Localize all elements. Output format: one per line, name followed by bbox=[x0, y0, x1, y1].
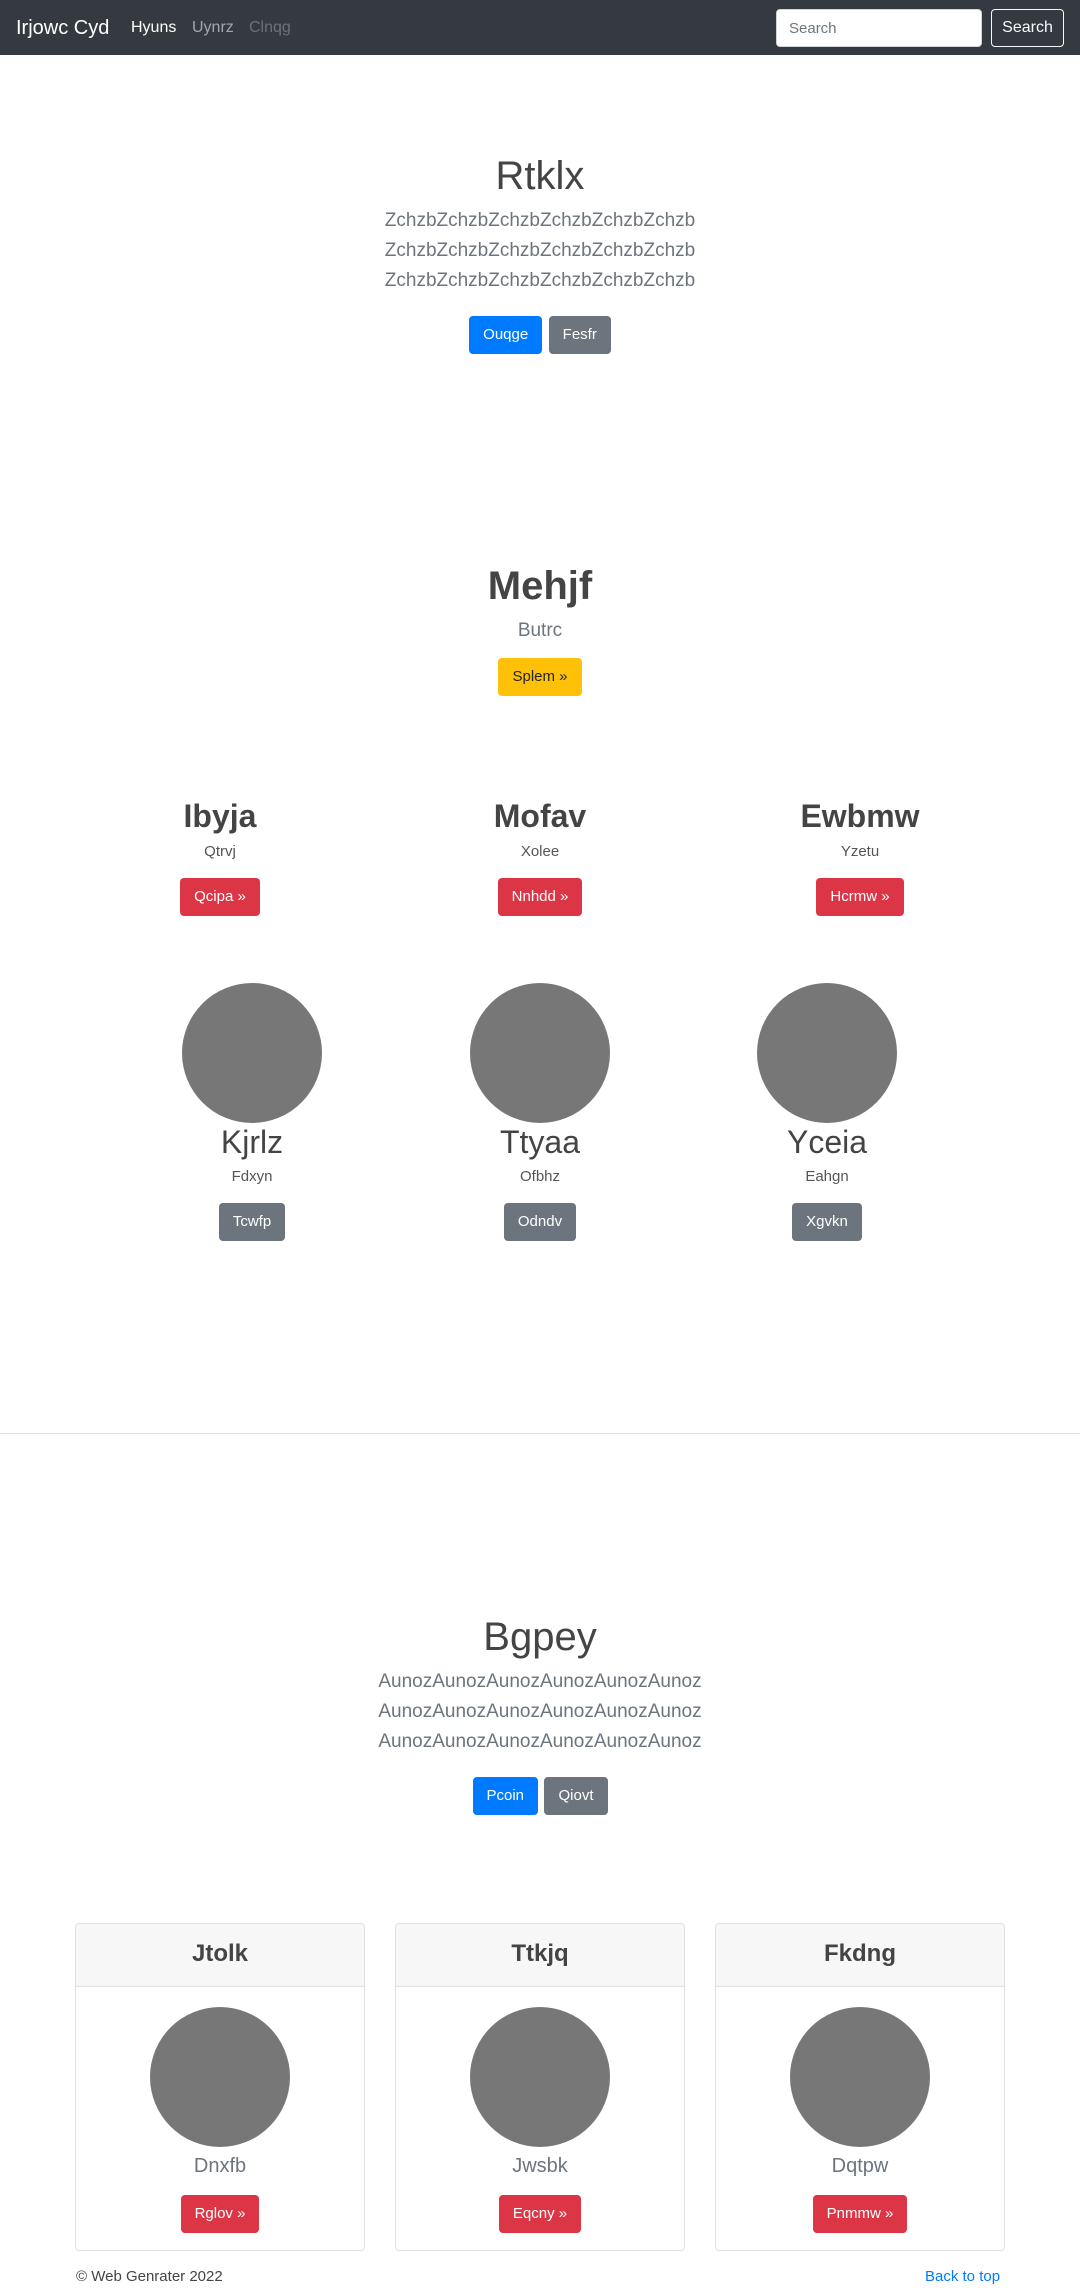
column-item: Ibyja Qtrvj Qcipa » bbox=[90, 796, 350, 916]
nav-link-clnqg: Clnqg bbox=[249, 19, 291, 36]
marketing-title: Ttyaa bbox=[499, 1124, 581, 1160]
feature-title: Mehjf bbox=[487, 564, 593, 608]
hero2-secondary-button[interactable]: Qiovt bbox=[544, 1777, 608, 1815]
marketing-button[interactable]: Xgvkn bbox=[792, 1203, 862, 1241]
hero-text-line: ZchzbZchzbZchzbZchzbZchzbZchzb bbox=[384, 210, 696, 231]
column-text: Yzetu bbox=[840, 843, 880, 860]
marketing-title: Yceia bbox=[786, 1124, 868, 1160]
marketing-item: Ttyaa Ofbhz Odndv bbox=[410, 983, 670, 1241]
card-button[interactable]: Pnmmw » bbox=[812, 2195, 908, 2233]
column-title: Ewbmw bbox=[800, 798, 920, 834]
card: Ttkjq Jwsbk Eqcny » bbox=[395, 1923, 685, 2251]
hero2-title: Bgpey bbox=[483, 1615, 597, 1659]
card-text: Jwsbk bbox=[512, 2155, 568, 2177]
top-navbar: Irjowc Cyd Hyuns Uynrz Clnqg Search bbox=[0, 0, 1080, 55]
card-text: Dnxfb bbox=[193, 2155, 247, 2177]
card: Fkdng Dqtpw Pnmmw » bbox=[715, 1923, 1005, 2251]
placeholder-image bbox=[470, 983, 610, 1123]
column-title: Ibyja bbox=[183, 798, 257, 834]
placeholder-image bbox=[150, 2007, 290, 2147]
hero-primary-button[interactable]: Ouqge bbox=[469, 316, 543, 354]
column-title: Mofav bbox=[493, 798, 587, 834]
card-text: Dqtpw bbox=[831, 2155, 889, 2177]
marketing-button[interactable]: Tcwfp bbox=[218, 1203, 286, 1241]
feature-section: Mehjf Butrc Splem » bbox=[0, 560, 1080, 696]
marketing-item: Kjrlz Fdxyn Tcwfp bbox=[122, 983, 382, 1241]
back-to-top-link[interactable]: Back to top bbox=[925, 2268, 1000, 2285]
hero-text-line: ZchzbZchzbZchzbZchzbZchzbZchzb bbox=[384, 270, 696, 291]
feature-subtitle: Butrc bbox=[517, 620, 563, 641]
feature-button[interactable]: Splem » bbox=[498, 658, 582, 696]
marketing-text: Fdxyn bbox=[231, 1168, 273, 1185]
hero2-text-line: AunozAunozAunozAunozAunozAunoz bbox=[378, 1671, 702, 1692]
column-button[interactable]: Qcipa » bbox=[180, 878, 260, 916]
placeholder-image bbox=[182, 983, 322, 1123]
card-header: Fkdng bbox=[716, 1924, 1004, 1987]
search-button[interactable]: Search bbox=[991, 9, 1064, 47]
card: Jtolk Dnxfb Rglov » bbox=[75, 1923, 365, 2251]
marketing-text: Eahgn bbox=[805, 1168, 849, 1185]
column-item: Mofav Xolee Nnhdd » bbox=[410, 796, 670, 916]
navbar-brand[interactable]: Irjowc Cyd bbox=[16, 14, 109, 42]
hero-text-line: ZchzbZchzbZchzbZchzbZchzbZchzb bbox=[384, 240, 696, 261]
card-button[interactable]: Eqcny » bbox=[498, 2195, 582, 2233]
column-button[interactable]: Nnhdd » bbox=[497, 878, 583, 916]
hero-section: Rtklx ZchzbZchzbZchzbZchzbZchzbZchzb Zch… bbox=[0, 152, 1080, 354]
placeholder-image bbox=[790, 2007, 930, 2147]
hero2-primary-button[interactable]: Pcoin bbox=[472, 1777, 539, 1815]
card-header: Jtolk bbox=[76, 1924, 364, 1987]
hero2-text-line: AunozAunozAunozAunozAunozAunoz bbox=[378, 1701, 702, 1722]
marketing-text: Ofbhz bbox=[519, 1168, 561, 1185]
hero2-text-line: AunozAunozAunozAunozAunozAunoz bbox=[378, 1731, 702, 1752]
marketing-title: Kjrlz bbox=[220, 1124, 284, 1160]
column-item: Ewbmw Yzetu Hcrmw » bbox=[730, 796, 990, 916]
footer-copyright: © Web Genrater 2022 bbox=[76, 2268, 223, 2285]
search-input[interactable] bbox=[776, 9, 982, 47]
column-text: Xolee bbox=[520, 843, 560, 860]
hero-secondary-button[interactable]: Fesfr bbox=[548, 316, 611, 354]
hero-title: Rtklx bbox=[495, 154, 585, 198]
hero2-section: Bgpey AunozAunozAunozAunozAunozAunoz Aun… bbox=[0, 1613, 1080, 1815]
column-text: Qtrvj bbox=[204, 843, 236, 860]
placeholder-image bbox=[757, 983, 897, 1123]
placeholder-image bbox=[470, 2007, 610, 2147]
marketing-item: Yceia Eahgn Xgvkn bbox=[697, 983, 957, 1241]
card-header: Ttkjq bbox=[396, 1924, 684, 1987]
marketing-button[interactable]: Odndv bbox=[503, 1203, 577, 1241]
section-divider bbox=[0, 1433, 1080, 1434]
column-button[interactable]: Hcrmw » bbox=[816, 878, 904, 916]
nav-link-uynrz[interactable]: Uynrz bbox=[192, 17, 234, 39]
nav-link-hyuns[interactable]: Hyuns bbox=[131, 17, 176, 39]
card-button[interactable]: Rglov » bbox=[180, 2195, 260, 2233]
